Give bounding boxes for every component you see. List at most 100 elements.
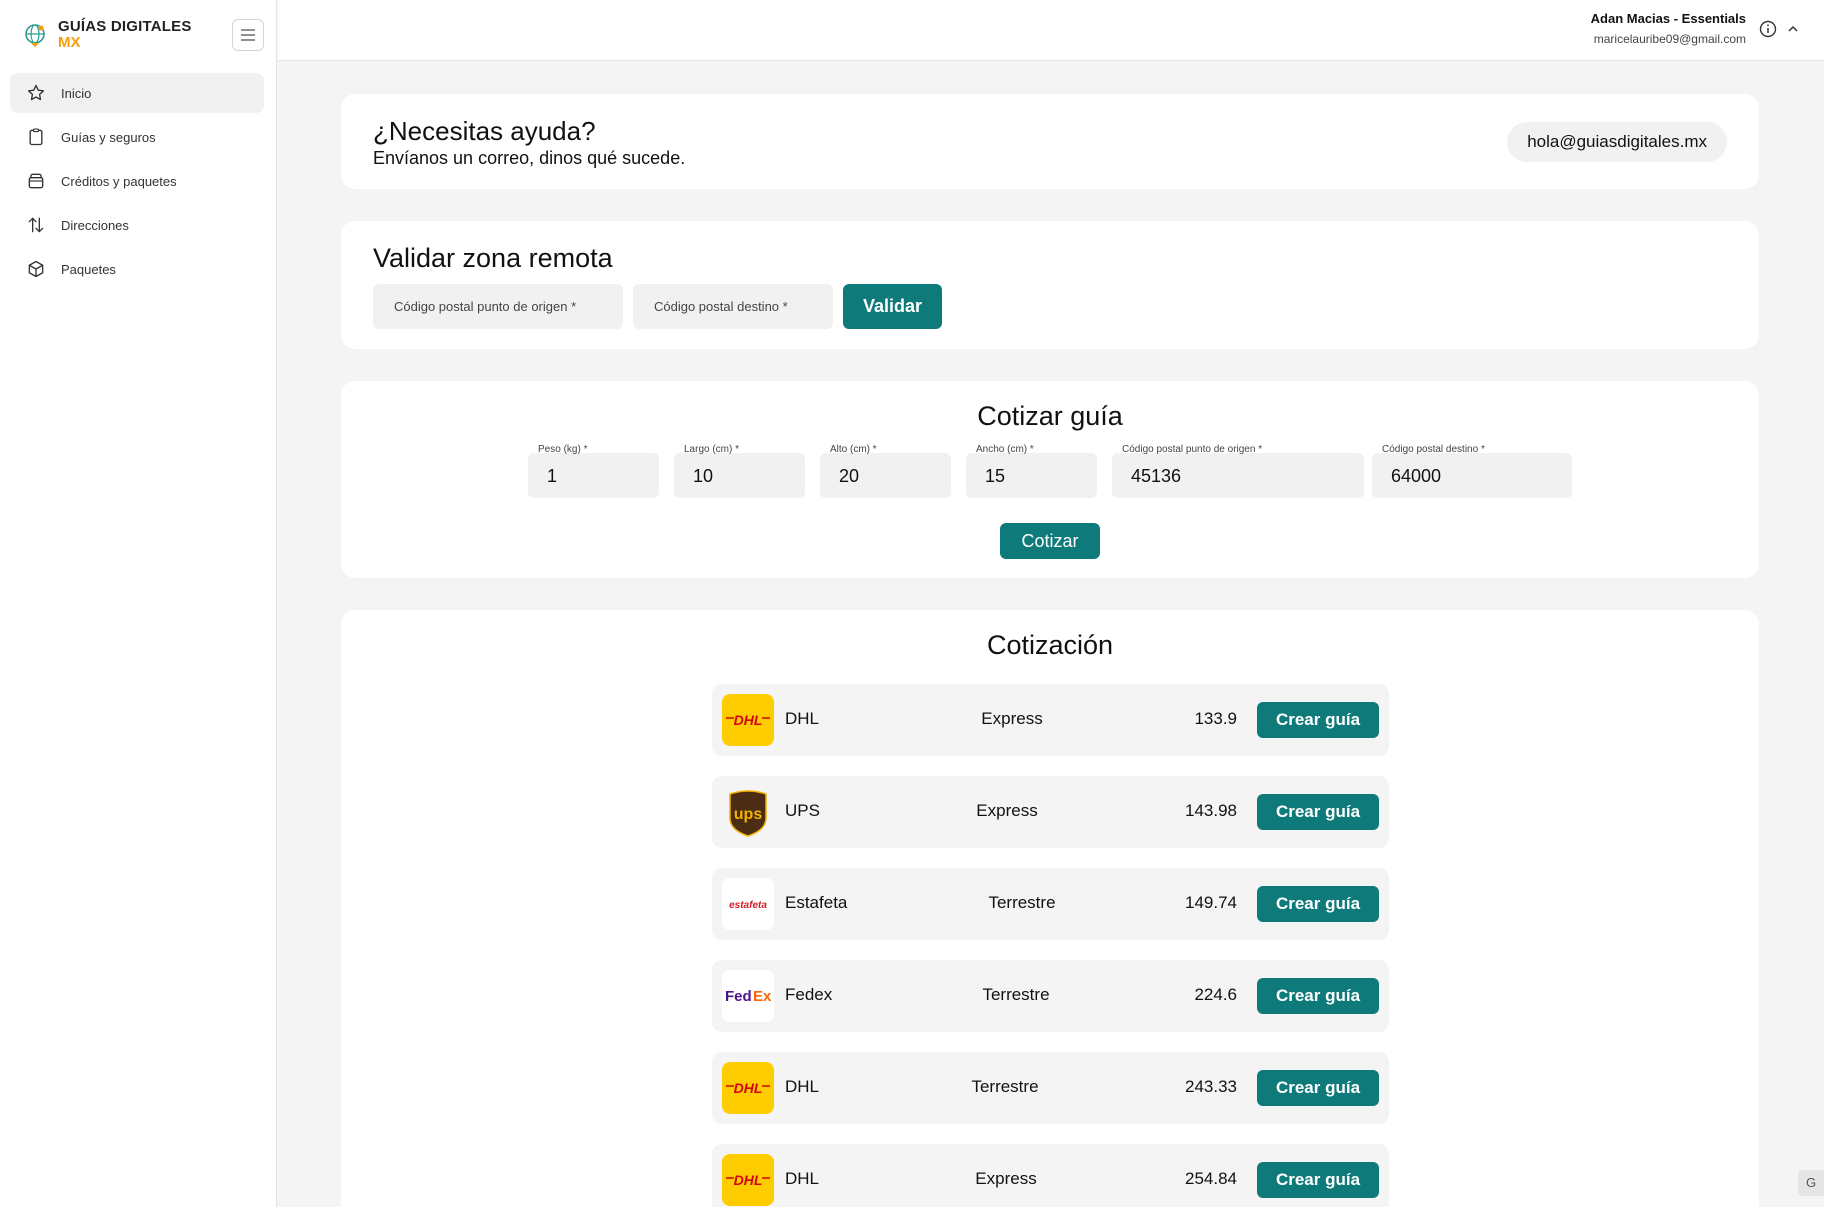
arrows-updown-icon	[28, 217, 44, 233]
destination-zip-input[interactable]: Código postal destino *	[633, 284, 833, 329]
wallet-icon	[28, 173, 44, 189]
quote-button[interactable]: Cotizar	[1000, 523, 1100, 559]
help-subtitle: Envíanos un correo, dinos qué sucede.	[373, 148, 686, 168]
weight-value: 1	[547, 466, 558, 486]
price: 149.74	[1185, 893, 1237, 912]
dhl-logo: DHL	[722, 694, 774, 746]
weight-label: Peso (kg) *	[538, 444, 588, 455]
sidebar-item-label: Paquetes	[61, 261, 116, 277]
height-value: 20	[839, 466, 860, 486]
help-title: ¿Necesitas ayuda?	[373, 116, 596, 146]
service-type: Terrestre	[971, 1077, 1039, 1096]
quote-origin-zip-label: Código postal punto de origen *	[1122, 444, 1263, 455]
quotation-title: Cotización	[986, 630, 1114, 660]
svg-text:DHL: DHL	[734, 1080, 763, 1096]
quote-destination-zip-input[interactable]: Código postal destino * 64000	[1372, 444, 1572, 498]
service-type: Terrestre	[982, 985, 1050, 1004]
width-label: Ancho (cm) *	[976, 444, 1034, 455]
info-icon[interactable]	[1759, 20, 1777, 38]
validate-button[interactable]: Validar	[843, 284, 942, 329]
quote-title: Cotizar guía	[977, 401, 1123, 431]
sidebar: GUÍAS DIGITALES MX Inicio Guías y seguro…	[0, 0, 277, 1207]
quotation-results-card: Cotización DHL DHL Express 133.9 Crear g…	[341, 610, 1759, 1207]
star-icon	[28, 84, 44, 101]
svg-text:DHL: DHL	[734, 1172, 763, 1188]
width-input[interactable]: Ancho (cm) * 15	[966, 444, 1097, 498]
create-guide-button[interactable]: Crear guía	[1257, 1070, 1379, 1106]
remote-zone-card: Validar zona remota Código postal punto …	[341, 221, 1759, 349]
carrier-name: DHL	[785, 709, 820, 728]
box-icon	[28, 260, 44, 278]
svg-text:Fed: Fed	[725, 988, 752, 1005]
length-value: 10	[693, 466, 714, 486]
carrier-name: DHL	[785, 1169, 820, 1188]
quote-destination-zip-label: Código postal destino *	[1382, 444, 1485, 455]
quote-card: Cotizar guía Peso (kg) * 1 Largo (cm) * …	[341, 381, 1759, 578]
price: 133.9	[1194, 709, 1237, 728]
globe-icon	[25, 23, 45, 47]
chevron-up-icon[interactable]	[1787, 23, 1799, 35]
svg-text:estafeta: estafeta	[729, 900, 767, 911]
origin-zip-input[interactable]: Código postal punto de origen *	[373, 284, 623, 329]
corner-widget-tab[interactable]: G	[1798, 1170, 1824, 1196]
create-guide-button[interactable]: Crear guía	[1257, 886, 1379, 922]
quote-destination-zip-value: 64000	[1391, 466, 1442, 486]
help-card: ¿Necesitas ayuda? Envíanos un correo, di…	[341, 94, 1759, 189]
carrier-name: Estafeta	[785, 893, 848, 912]
sidebar-item-paquetes[interactable]: Paquetes	[10, 249, 264, 289]
brand-name: GUÍAS DIGITALES	[58, 18, 192, 35]
sidebar-item-creditos[interactable]: Créditos y paquetes	[10, 161, 264, 201]
sidebar-item-label: Créditos y paquetes	[61, 173, 177, 189]
height-input[interactable]: Alto (cm) * 20	[820, 444, 951, 498]
sidebar-item-label: Guías y seguros	[61, 129, 156, 145]
clipboard-icon	[29, 128, 43, 146]
svg-text:Ex: Ex	[753, 988, 772, 1005]
quote-row: DHL DHL Express 133.9 Crear guía	[712, 684, 1389, 756]
price: 143.98	[1185, 801, 1237, 820]
sidebar-item-inicio[interactable]: Inicio	[10, 73, 264, 113]
user-name: Adan Macias - Essentials	[1590, 11, 1746, 26]
length-label: Largo (cm) *	[684, 444, 740, 455]
create-guide-button[interactable]: Crear guía	[1257, 978, 1379, 1014]
service-type: Express	[975, 1169, 1037, 1188]
menu-toggle-button[interactable]	[232, 19, 264, 51]
sidebar-item-guias[interactable]: Guías y seguros	[10, 117, 264, 157]
quote-row: DHL DHL Terrestre 243.33 Crear guía	[712, 1052, 1389, 1124]
quote-row: DHL DHL Express 254.84 Crear guía	[712, 1144, 1389, 1207]
dhl-logo: DHL	[722, 1062, 774, 1114]
service-type: Terrestre	[988, 893, 1056, 912]
carrier-name: UPS	[785, 801, 820, 820]
quote-origin-zip-value: 45136	[1131, 466, 1182, 486]
ups-logo: ups	[722, 786, 774, 838]
service-type: Express	[981, 709, 1043, 728]
price: 224.6	[1194, 985, 1237, 1004]
carrier-name: Fedex	[785, 985, 833, 1004]
quote-row: Fed Ex Fedex Terrestre 224.6 Crear guía	[712, 960, 1389, 1032]
quote-row: estafeta Estafeta Terrestre 149.74 Crear…	[712, 868, 1389, 940]
dhl-logo: DHL	[722, 1154, 774, 1206]
support-email-link[interactable]: hola@guiasdigitales.mx	[1507, 122, 1727, 162]
width-value: 15	[985, 466, 1006, 486]
brand-logo[interactable]: GUÍAS DIGITALES MX	[22, 18, 192, 51]
service-type: Express	[976, 801, 1038, 820]
sidebar-item-direcciones[interactable]: Direcciones	[10, 205, 264, 245]
svg-text:ups: ups	[734, 806, 763, 823]
create-guide-button[interactable]: Crear guía	[1257, 794, 1379, 830]
quote-row: ups UPS Express 143.98 Crear guía	[712, 776, 1389, 848]
create-guide-button[interactable]: Crear guía	[1257, 1162, 1379, 1198]
sidebar-item-label: Inicio	[61, 85, 92, 101]
height-label: Alto (cm) *	[830, 444, 877, 455]
weight-input[interactable]: Peso (kg) * 1	[528, 444, 659, 498]
carrier-name: DHL	[785, 1077, 820, 1096]
price: 243.33	[1185, 1077, 1237, 1096]
user-menu[interactable]: Adan Macias - Essentials maricelauribe09…	[1591, 11, 1746, 46]
user-email: maricelauribe09@gmail.com	[1593, 32, 1746, 46]
svg-text:DHL: DHL	[734, 712, 763, 728]
length-input[interactable]: Largo (cm) * 10	[674, 444, 805, 498]
fedex-logo: Fed Ex	[722, 970, 774, 1022]
quote-origin-zip-input[interactable]: Código postal punto de origen * 45136	[1112, 444, 1364, 498]
remote-zone-title: Validar zona remota	[373, 243, 613, 273]
create-guide-button[interactable]: Crear guía	[1257, 702, 1379, 738]
estafeta-logo: estafeta	[722, 878, 774, 930]
top-bar: Adan Macias - Essentials maricelauribe09…	[278, 0, 1824, 61]
